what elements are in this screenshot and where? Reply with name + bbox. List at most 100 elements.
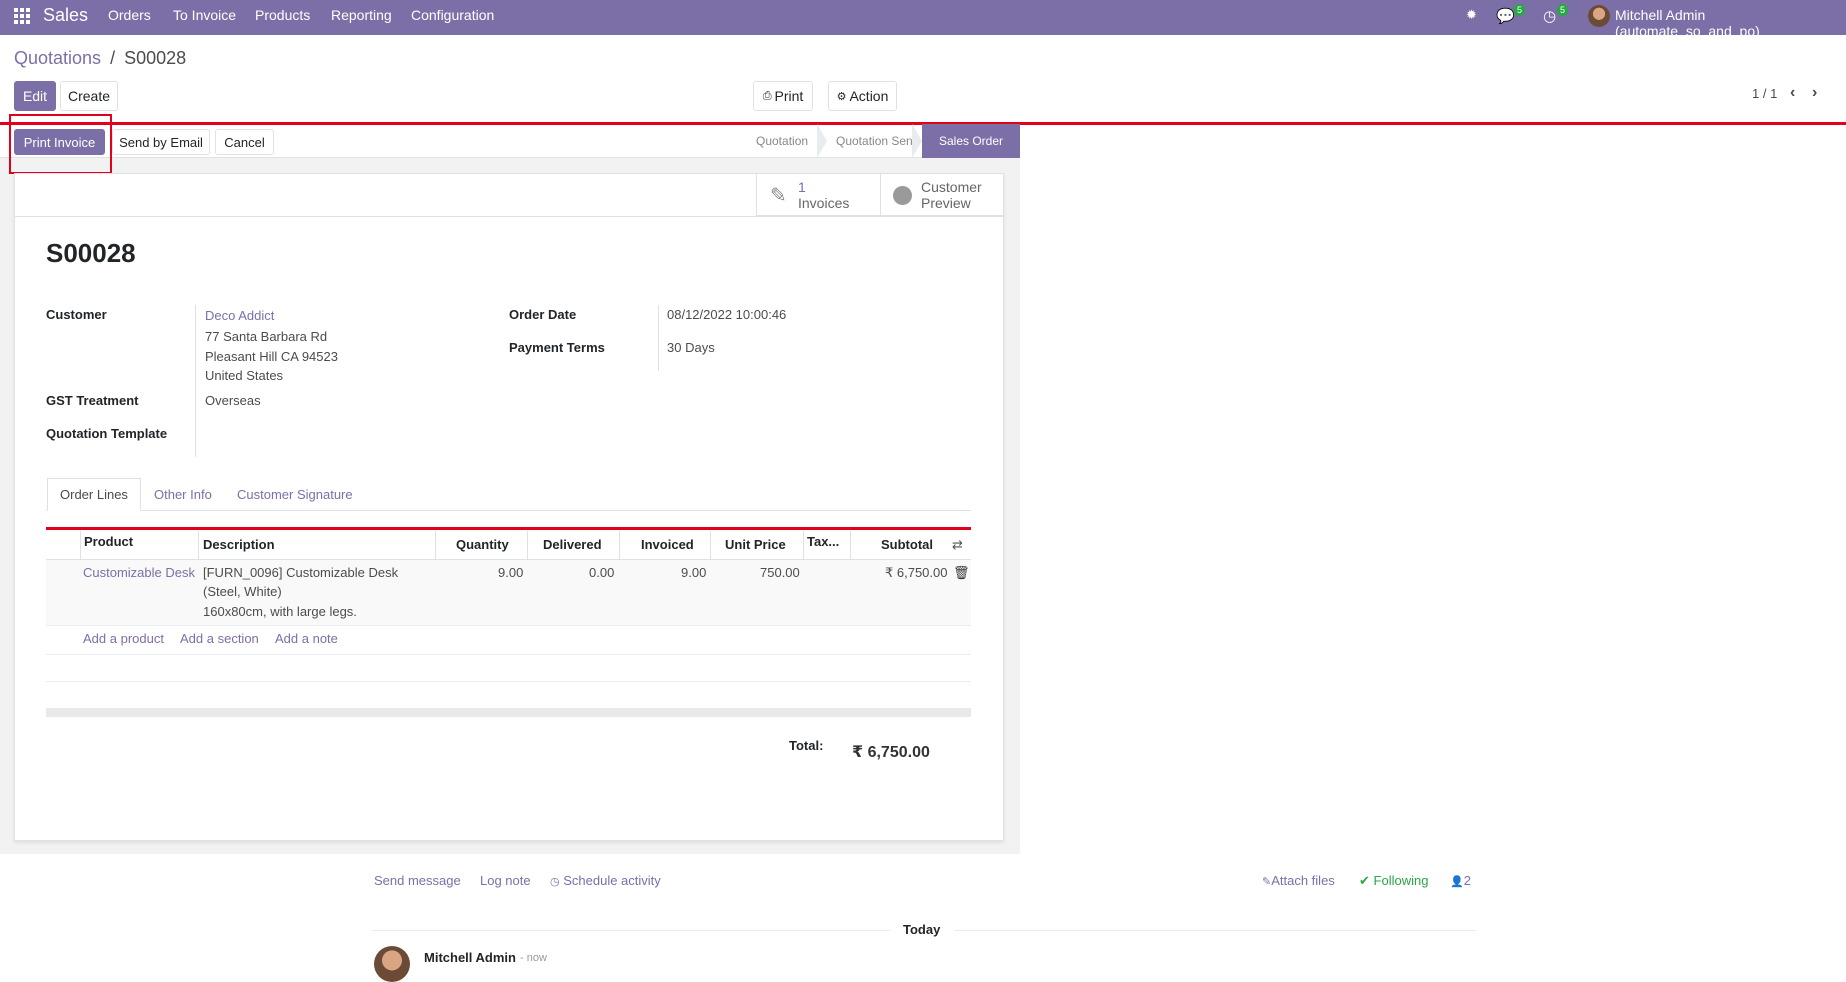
stage-sales-order[interactable]: Sales Order (922, 124, 1020, 158)
menu-orders[interactable]: Orders (108, 7, 151, 23)
send-by-email-button[interactable]: Send by Email (112, 129, 210, 155)
customer-field[interactable]: Deco Addict (205, 308, 274, 323)
action-label: Action (849, 88, 889, 104)
user-avatar[interactable] (1588, 5, 1610, 27)
app-menu-grid-icon[interactable] (14, 8, 30, 24)
invoices-count: 1 (798, 179, 806, 195)
check-icon: ✔ (1359, 873, 1370, 888)
breadcrumb-parent[interactable]: Quotations (14, 48, 101, 68)
field-divider (658, 305, 659, 371)
print-dropdown[interactable]: ⎙ Print (753, 81, 813, 111)
column-subtotal[interactable]: Subtotal (881, 537, 933, 552)
column-description[interactable]: Description (203, 537, 275, 552)
following-label: Following (1373, 873, 1429, 888)
column-invoiced[interactable]: Invoiced (641, 537, 694, 552)
stage-quotation-sent[interactable]: Quotation Sent (836, 134, 916, 148)
smart-buttons-divider (14, 216, 1004, 217)
customer-preview-label-2: Preview (921, 195, 971, 211)
followers-button[interactable]: 👤2 (1450, 873, 1471, 888)
clock-icon: ◷ (550, 876, 560, 888)
quotation-template-label: Quotation Template (46, 426, 168, 441)
customer-label: Customer (46, 307, 107, 322)
today-label: Today (903, 922, 941, 937)
row-delivered: 0.00 (589, 565, 615, 580)
user-menu[interactable]: Mitchell Admin (automate_so_and_po) (1615, 7, 1846, 39)
column-separator (803, 531, 804, 559)
order-date-field[interactable]: 08/12/2022 10:00:46 (667, 307, 786, 322)
payment-terms-label: Payment Terms (509, 340, 605, 355)
clock-icon[interactable]: ◷ (1543, 7, 1556, 25)
column-unit-price[interactable]: Unit Price (725, 537, 786, 552)
column-separator (435, 531, 436, 559)
optional-columns-icon[interactable]: ⇄ (952, 537, 963, 553)
pager-next-icon[interactable]: › (1812, 84, 1817, 102)
gst-treatment-field[interactable]: Overseas (205, 393, 261, 408)
attach-files-button[interactable]: ✎Attach files (1262, 873, 1335, 888)
row-quantity: 9.00 (498, 565, 524, 580)
column-delivered[interactable]: Delivered (543, 537, 602, 552)
pencil-square-icon: ✎ (770, 185, 787, 207)
send-message-button[interactable]: Send message (374, 873, 461, 888)
column-separator (710, 531, 711, 559)
schedule-activity-label: Schedule activity (563, 873, 661, 888)
app-brand[interactable]: Sales (43, 5, 88, 26)
print-icon: ⎙ (762, 89, 772, 102)
chat-icon[interactable]: 💬 (1496, 7, 1515, 25)
row-description-line-2: (Steel, White) (203, 584, 282, 599)
gear-icon: ⚙ (836, 90, 847, 103)
pager-prev-icon[interactable]: ‹ (1790, 84, 1795, 102)
customer-address-line-2: Pleasant Hill CA 94523 (205, 349, 338, 364)
stage-separator (912, 124, 922, 158)
tab-other-info[interactable]: Other Info (142, 478, 224, 511)
total-value: ₹ 6,750.00 (852, 744, 930, 761)
stage-quotation[interactable]: Quotation (756, 134, 808, 148)
payment-terms-field[interactable]: 30 Days (667, 340, 715, 355)
edit-button[interactable]: Edit (14, 81, 56, 111)
highlight-line-table (46, 527, 971, 530)
attach-files-label: Attach files (1271, 873, 1335, 888)
action-dropdown[interactable]: ⚙ Action (828, 81, 897, 111)
breadcrumb-current: S00028 (124, 48, 187, 68)
following-button[interactable]: ✔ Following (1359, 873, 1428, 889)
customer-preview-label-1: Customer (921, 179, 982, 195)
menu-products[interactable]: Products (255, 7, 310, 23)
menu-reporting[interactable]: Reporting (331, 7, 392, 23)
column-product[interactable]: Product (84, 534, 133, 549)
paperclip-icon: ✎ (1262, 876, 1272, 888)
row-invoiced: 9.00 (681, 565, 707, 580)
trash-icon[interactable]: 🗑 (953, 565, 970, 581)
column-quantity[interactable]: Quantity (456, 537, 509, 552)
total-label: Total: (789, 738, 824, 753)
create-button[interactable]: Create (60, 81, 118, 111)
globe-icon (893, 186, 912, 205)
menu-configuration[interactable]: Configuration (411, 7, 494, 23)
order-date-label: Order Date (509, 307, 577, 322)
column-separator (80, 531, 81, 559)
add-product-link[interactable]: Add a product (83, 631, 164, 646)
schedule-activity-button[interactable]: ◷ Schedule activity (550, 873, 661, 888)
add-section-link[interactable]: Add a section (180, 631, 259, 646)
tab-order-lines[interactable]: Order Lines (47, 478, 141, 511)
add-note-link[interactable]: Add a note (275, 631, 338, 646)
cancel-button[interactable]: Cancel (215, 129, 274, 155)
row-product[interactable]: Customizable Desk (83, 565, 195, 580)
horizontal-scrollbar[interactable] (46, 708, 971, 717)
bug-icon[interactable]: ✹ (1466, 7, 1477, 23)
pager-value[interactable]: 1 / 1 (1752, 86, 1777, 101)
row-unit-price: 750.00 (760, 565, 800, 580)
print-label: Print (774, 88, 804, 104)
column-separator (850, 531, 851, 559)
row-subtotal: ₹ 6,750.00 (885, 565, 948, 580)
user-icon: 👤 (1450, 876, 1464, 888)
breadcrumb: Quotations / S00028 (14, 48, 186, 69)
highlight-box-print-invoice (9, 114, 112, 174)
message-author-avatar (374, 946, 410, 982)
message-author: Mitchell Admin (424, 950, 516, 965)
today-divider-left (372, 930, 890, 931)
column-taxes[interactable]: Tax... (807, 534, 839, 549)
tab-customer-signature[interactable]: Customer Signature (225, 478, 365, 511)
log-note-button[interactable]: Log note (480, 873, 531, 888)
row-description-line-3: 160x80cm, with large legs. (203, 604, 357, 619)
activities-badge: 5 (1557, 4, 1569, 16)
menu-to-invoice[interactable]: To Invoice (173, 7, 236, 23)
